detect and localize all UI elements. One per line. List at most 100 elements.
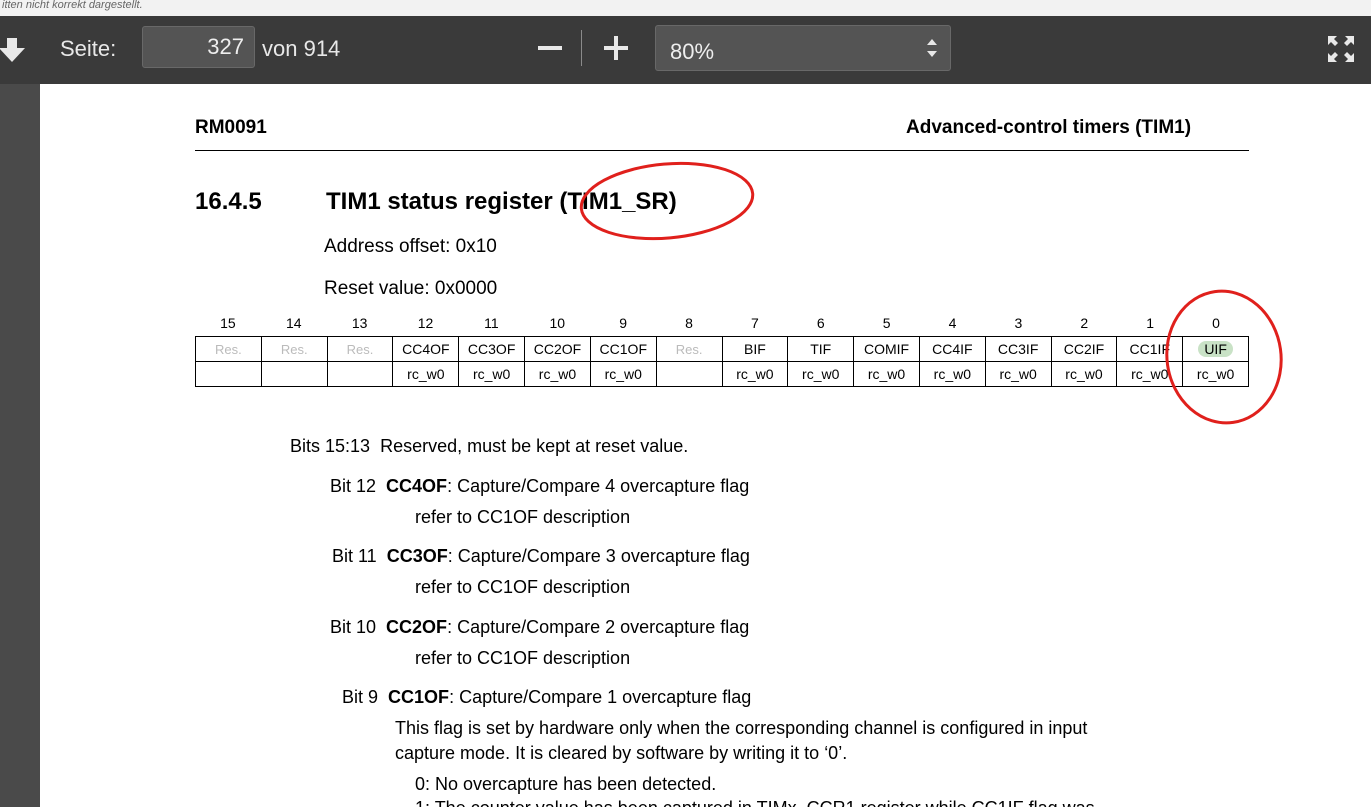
bit-access-cell: rc_w0 bbox=[524, 361, 591, 387]
bit-access-cell bbox=[260, 361, 328, 387]
page-total: von 914 bbox=[262, 36, 341, 61]
bit-name-cell: CC3IF bbox=[984, 336, 1052, 362]
fullscreen-icon[interactable] bbox=[1326, 34, 1356, 64]
bit-access-cell: rc_w0 bbox=[918, 361, 986, 387]
page-number-input[interactable] bbox=[142, 26, 255, 68]
desc-bit-name: CC3OF bbox=[386, 546, 448, 566]
desc-text: : Capture/Compare 4 overcapture flag bbox=[447, 476, 750, 496]
bit-number: 0 bbox=[1212, 315, 1220, 331]
zoom-in-button[interactable] bbox=[596, 28, 636, 68]
bit-name: CC4OF bbox=[402, 341, 450, 357]
register-table: Res. Res. Res. CC4OF CC3OF CC2OF CC1OF Res. BIF T… bbox=[195, 336, 1249, 387]
bit-name: CC2IF bbox=[1063, 341, 1105, 357]
desc-label: Bit 9 bbox=[342, 687, 379, 707]
bit-access-cell: rc_w0 bbox=[721, 361, 789, 387]
desc-text: : Capture/Compare 2 overcapture flag bbox=[447, 617, 750, 637]
bit-name: CC1IF bbox=[1129, 341, 1170, 357]
bit-number: 4 bbox=[948, 315, 957, 331]
reset-value: Reset value: 0x0000 bbox=[324, 278, 498, 299]
bit-name: UIF bbox=[1198, 341, 1233, 357]
bit-access-row: rc_w0 rc_w0 rc_w0 rc_w0 rc_w0 rc_w0 rc_w0 rc_w0… bbox=[195, 361, 1249, 387]
bit-name-row: Res. Res. Res. CC4OF CC3OF CC2OF CC1OF Res. BIF T… bbox=[195, 336, 1249, 362]
bit-name-cell: Res. bbox=[655, 336, 723, 362]
desc-bit-name: CC4OF bbox=[386, 476, 448, 496]
zoom-select[interactable]: 80% bbox=[655, 25, 951, 71]
header-rule bbox=[195, 150, 1249, 151]
toolbar-divider bbox=[581, 30, 582, 66]
viewer-gutter bbox=[0, 84, 40, 807]
doc-header-right: Advanced-control timers (TIM1) bbox=[906, 117, 1192, 138]
bit-name-cell: CC1OF bbox=[589, 336, 657, 362]
bit-name: Res. bbox=[215, 341, 242, 357]
bit-name: CC4IF bbox=[932, 341, 973, 357]
section-title: TIM1 status register (TIM1_SR) bbox=[326, 188, 677, 215]
download-icon[interactable] bbox=[0, 36, 34, 66]
page-label: Seite: bbox=[60, 36, 117, 61]
bit-access-cell: rc_w0 bbox=[787, 361, 855, 387]
desc-label: Bit 11 bbox=[332, 546, 377, 566]
select-arrows-icon bbox=[927, 39, 937, 57]
bit-name: BIF bbox=[744, 341, 766, 357]
desc-bit-11-ref: refer to CC1OF description bbox=[415, 577, 631, 597]
minus-icon bbox=[538, 46, 562, 50]
bit-access-cell bbox=[655, 361, 723, 387]
bit-number: 9 bbox=[619, 315, 628, 331]
desc-label: Bit 10 bbox=[330, 617, 377, 637]
bit-number: 7 bbox=[751, 315, 759, 331]
desc-bit-10: Bit 10 CC2OF: Capture/Compare 2 overcapt… bbox=[330, 617, 749, 638]
bit-access-cell: rc_w0 bbox=[458, 361, 526, 387]
bit-number: 5 bbox=[882, 315, 891, 331]
desc-bit-9-para-2: capture mode. It is cleared by software … bbox=[395, 743, 848, 763]
desc-bits-15-13: Bits 15:13 Reserved, must be kept at res… bbox=[290, 436, 688, 457]
desc-bit-12-ref: refer to CC1OF description bbox=[415, 507, 631, 527]
bit-number: 2 bbox=[1080, 315, 1089, 331]
bit-number: 3 bbox=[1014, 315, 1023, 331]
bit-name-cell: Res. bbox=[195, 336, 262, 362]
bit-number: 11 bbox=[484, 315, 499, 331]
bit-name-cell: CC1IF bbox=[1116, 336, 1184, 362]
desc-bit-9-option-0: 0: No overcapture has been detected. bbox=[415, 774, 717, 794]
zoom-out-button[interactable] bbox=[530, 28, 570, 68]
bit-number: 14 bbox=[286, 315, 302, 331]
notice-text: itten nicht korrekt dargestellt. bbox=[2, 0, 143, 11]
section-number: 16.4.5 bbox=[195, 188, 262, 215]
bit-access-cell: rc_w0 bbox=[1050, 361, 1118, 387]
desc-bit-9-para-1: This flag is set by hardware only when t… bbox=[395, 718, 1088, 738]
notice-bar: itten nicht korrekt dargestellt. bbox=[0, 0, 1371, 16]
bit-access-cell bbox=[326, 361, 394, 387]
bit-access-cell: rc_w0 bbox=[853, 361, 920, 387]
pdf-toolbar: Seite: von 914 80% bbox=[0, 16, 1371, 84]
desc-bit-10-ref: refer to CC1OF description bbox=[415, 648, 631, 668]
bit-name-cell: COMIF bbox=[853, 336, 920, 362]
doc-header-left: RM0091 bbox=[195, 117, 267, 138]
bit-name: CC3OF bbox=[467, 341, 516, 357]
bit-name: CC1OF bbox=[599, 341, 647, 357]
desc-bit-9-option-1: 1: The counter value has been captured i… bbox=[415, 798, 1095, 807]
address-offset: Address offset: 0x10 bbox=[324, 236, 497, 257]
bit-number: 10 bbox=[549, 315, 566, 331]
desc-bit-12: Bit 12 CC4OF: Capture/Compare 4 overcapt… bbox=[330, 476, 749, 497]
bit-number-row: 15 14 13 12 11 10 9 8 7 6 5 4 3 2 1 0 bbox=[195, 315, 1249, 333]
bit-access-cell: rc_w0 bbox=[1116, 361, 1184, 387]
zoom-value: 80% bbox=[670, 39, 715, 64]
desc-label: Bit 12 bbox=[330, 476, 377, 496]
bit-number: 8 bbox=[685, 315, 693, 331]
bit-name-cell: CC3OF bbox=[458, 336, 526, 362]
bit-number: 15 bbox=[220, 315, 236, 331]
bit-name-cell: TIF bbox=[787, 336, 855, 362]
bit-name: Res. bbox=[280, 341, 308, 357]
desc-bit-11: Bit 11 CC3OF: Capture/Compare 3 overcapt… bbox=[332, 546, 750, 567]
bit-access-cell: rc_w0 bbox=[984, 361, 1052, 387]
bit-name-cell: CC4IF bbox=[918, 336, 986, 362]
pdf-page: RM0091 Advanced-control timers (TIM1) 16… bbox=[40, 84, 1371, 807]
desc-text: : Capture/Compare 1 overcapture flag bbox=[449, 687, 752, 707]
bit-access-cell bbox=[195, 361, 262, 387]
bit-name-cell: CC4OF bbox=[392, 336, 460, 362]
bit-access-cell: rc_w0 bbox=[1182, 361, 1249, 387]
bit-name: CC3IF bbox=[997, 341, 1039, 357]
bit-access-cell: rc_w0 bbox=[589, 361, 657, 387]
bit-number: 6 bbox=[816, 315, 825, 331]
bit-name-cell: UIF bbox=[1182, 336, 1249, 362]
desc-label: Bits 15:13 bbox=[290, 436, 371, 456]
bit-name: CC2OF bbox=[533, 341, 582, 357]
